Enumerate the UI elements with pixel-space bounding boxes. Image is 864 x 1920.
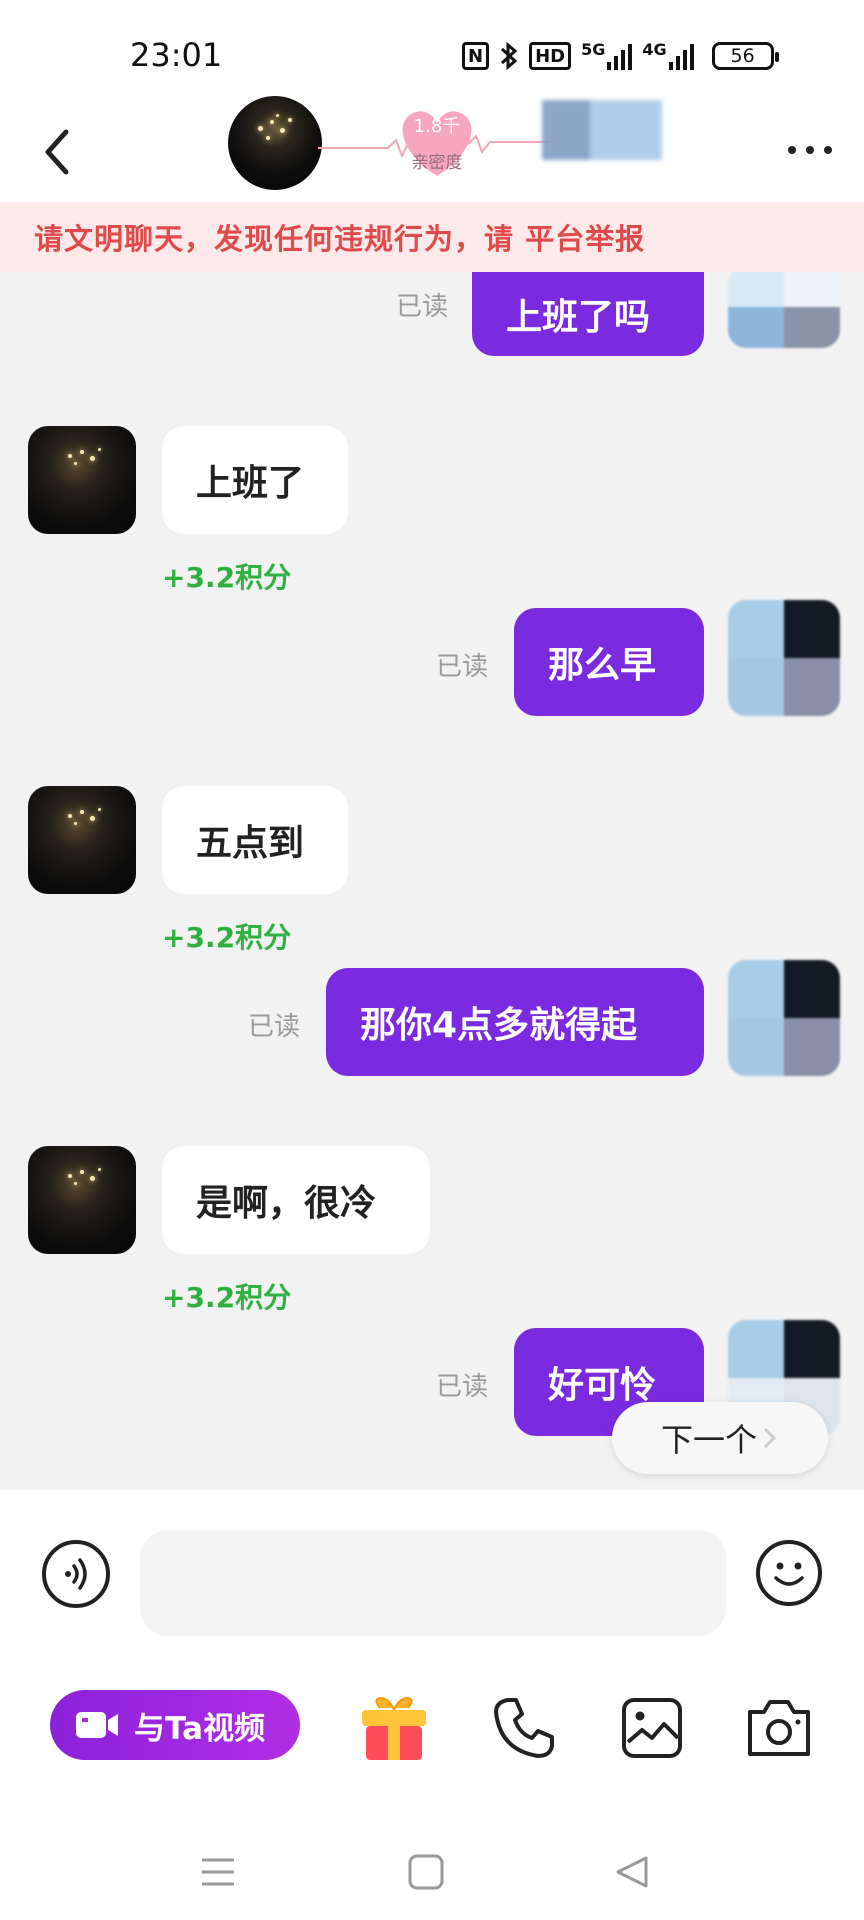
more-options-icon[interactable] xyxy=(788,138,832,162)
system-nav-bar xyxy=(0,1830,864,1920)
next-button[interactable]: 下一个 xyxy=(612,1402,828,1474)
hd-icon: HD xyxy=(529,42,572,70)
menu-nav-icon[interactable] xyxy=(198,1852,238,1892)
home-nav-icon[interactable] xyxy=(406,1852,446,1892)
intimacy-value: 1.8千 xyxy=(413,116,461,137)
video-call-button[interactable]: 与Ta视频 xyxy=(50,1690,300,1760)
read-status: 已读 xyxy=(436,652,489,682)
contact-avatar-small[interactable] xyxy=(28,426,136,534)
message-list[interactable]: 已读 上班了吗 上班了 +3.2积分 已读 那么早 五点到 +3.2积分 已读 … xyxy=(0,272,864,1490)
points-reward: +3.2积分 xyxy=(162,921,292,954)
4g-signal-icon: 4G xyxy=(642,40,694,72)
status-bar: 23:01 N HD 5G 4G 56 xyxy=(0,0,864,110)
intimacy-badge[interactable]: 1.8千 亲密度 xyxy=(318,96,548,190)
4g-label: 4G xyxy=(642,40,667,59)
back-icon[interactable] xyxy=(36,124,80,180)
camera-icon[interactable] xyxy=(744,1694,814,1762)
civility-warning-banner: 请文明聊天，发现任何违规行为，请 平台举报 xyxy=(0,202,864,272)
chat-header: 1.8千 亲密度 xyxy=(0,96,864,202)
message-bubble-out[interactable]: 上班了吗 xyxy=(472,272,704,356)
read-status: 已读 xyxy=(248,1012,301,1042)
voice-input-icon[interactable] xyxy=(42,1540,110,1608)
self-avatar[interactable] xyxy=(728,960,840,1076)
input-panel: 与Ta视频 xyxy=(0,1490,864,1920)
points-reward: +3.2积分 xyxy=(162,561,292,594)
points-reward: +3.2积分 xyxy=(162,1281,292,1314)
contact-avatar-small[interactable] xyxy=(28,1146,136,1254)
message-bubble-out[interactable]: 那么早 xyxy=(514,608,704,716)
bluetooth-icon xyxy=(499,40,519,72)
contact-avatar-small[interactable] xyxy=(28,786,136,894)
status-time: 23:01 xyxy=(130,36,223,74)
read-status: 已读 xyxy=(436,1372,489,1402)
next-label: 下一个 xyxy=(660,1421,757,1459)
emoji-icon[interactable] xyxy=(756,1540,822,1606)
blurred-contact-info xyxy=(542,100,662,160)
read-status: 已读 xyxy=(396,292,449,322)
video-camera-icon xyxy=(76,1712,118,1738)
gift-icon[interactable] xyxy=(358,1694,430,1762)
phone-call-icon[interactable] xyxy=(490,1694,558,1762)
5g-label: 5G xyxy=(581,40,606,59)
message-input[interactable] xyxy=(140,1530,726,1636)
back-nav-icon[interactable] xyxy=(612,1852,652,1892)
battery-indicator: 56 xyxy=(711,42,779,70)
self-avatar[interactable] xyxy=(728,600,840,716)
nfc-icon: N xyxy=(462,42,490,70)
message-bubble-in[interactable]: 五点到 xyxy=(162,786,348,894)
photo-gallery-icon[interactable] xyxy=(618,1694,686,1762)
chevron-right-icon xyxy=(763,1427,777,1449)
video-call-label: 与Ta视频 xyxy=(134,1710,266,1747)
self-avatar[interactable] xyxy=(728,272,840,348)
5g-signal-icon: 5G xyxy=(581,40,633,72)
message-bubble-in[interactable]: 上班了 xyxy=(162,426,348,534)
intimacy-label: 亲密度 xyxy=(411,153,463,173)
message-bubble-in[interactable]: 是啊，很冷 xyxy=(162,1146,430,1254)
message-bubble-out[interactable]: 那你4点多就得起 xyxy=(326,968,704,1076)
status-icons: N HD 5G 4G 56 xyxy=(462,40,779,72)
contact-avatar[interactable] xyxy=(228,96,322,190)
